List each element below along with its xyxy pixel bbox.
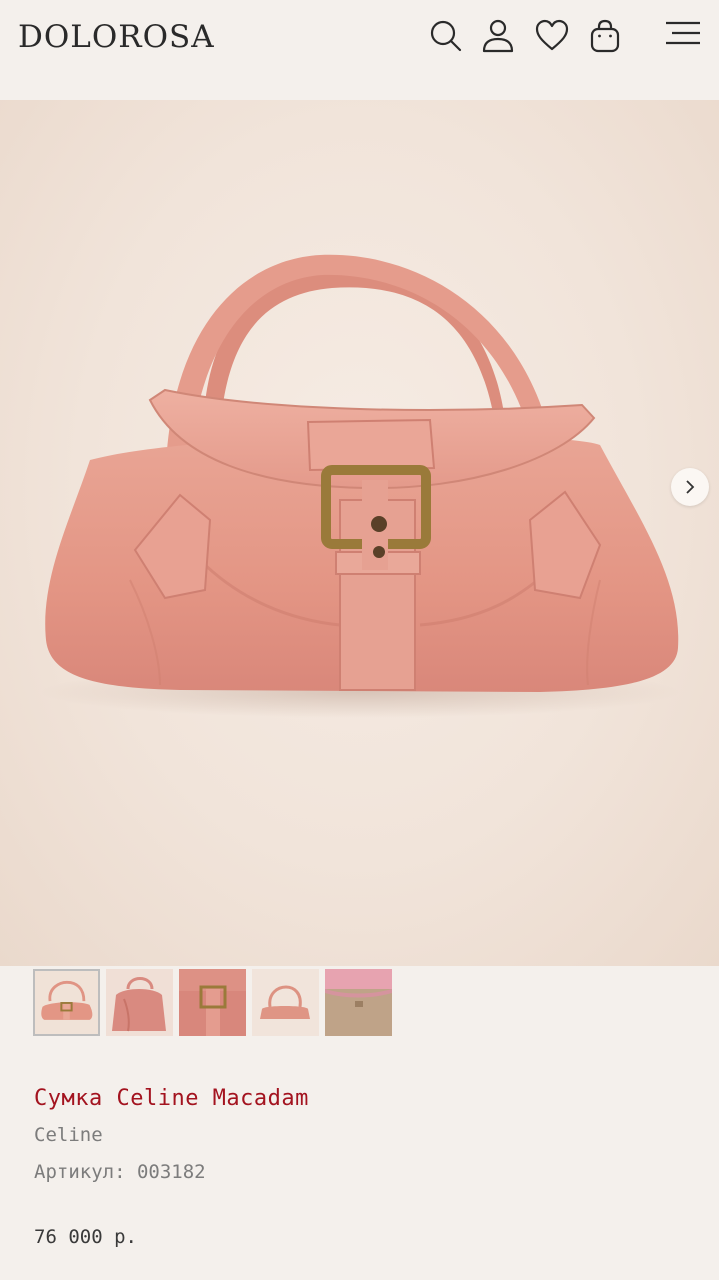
thumbnail-side[interactable] xyxy=(106,969,173,1036)
product-brand[interactable]: Celine xyxy=(34,1124,103,1146)
product-price: 76 000 р. xyxy=(34,1226,137,1248)
logo[interactable]: DOLOROSA xyxy=(18,18,215,56)
thumbnail-handle[interactable] xyxy=(252,969,319,1036)
product-image[interactable] xyxy=(0,100,719,966)
bag-illustration xyxy=(40,254,680,718)
search-icon[interactable] xyxy=(428,18,462,54)
thumbnail-buckle[interactable] xyxy=(179,969,246,1036)
thumbnail-interior[interactable] xyxy=(325,969,392,1036)
menu-icon[interactable] xyxy=(664,18,702,54)
sku-label: Артикул: xyxy=(34,1161,126,1183)
thumbnail-front[interactable] xyxy=(33,969,100,1036)
product-sku: Артикул: 003182 xyxy=(34,1161,206,1183)
product-title: Сумка Celine Macadam xyxy=(34,1086,309,1111)
heart-icon[interactable] xyxy=(535,18,569,54)
bag-icon[interactable] xyxy=(588,18,622,54)
thumbnail-strip xyxy=(33,969,392,1037)
user-icon[interactable] xyxy=(481,18,515,54)
sku-value: 003182 xyxy=(136,1161,206,1183)
header: DOLOROSA xyxy=(0,0,719,100)
chevron-right-icon xyxy=(686,480,695,494)
next-image-button[interactable] xyxy=(671,468,709,506)
